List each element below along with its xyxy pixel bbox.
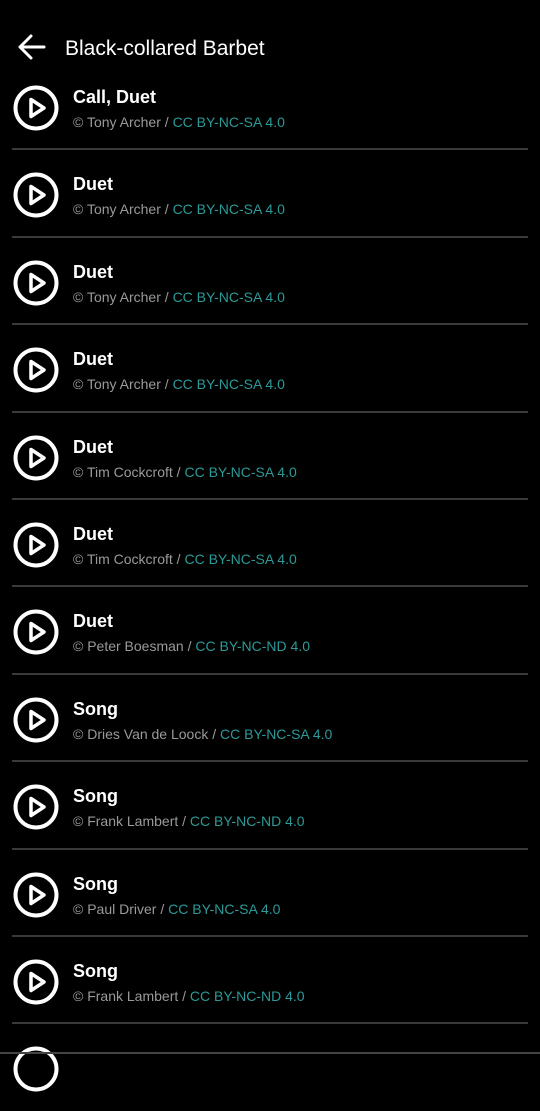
license-link[interactable]: CC BY-NC-ND 4.0 bbox=[190, 988, 305, 1004]
play-icon[interactable] bbox=[13, 609, 59, 655]
license-link[interactable]: CC BY-NC-SA 4.0 bbox=[184, 551, 296, 567]
recording-type: Song bbox=[73, 873, 118, 894]
author: © Tony Archer bbox=[73, 376, 161, 393]
license-link[interactable]: CC BY-NC-SA 4.0 bbox=[168, 901, 280, 917]
play-icon[interactable] bbox=[13, 85, 59, 131]
recording-list-item[interactable]: Duet © Peter Boesman / CC BY-NC-ND 4.0 bbox=[0, 587, 540, 675]
separator: / bbox=[156, 900, 169, 917]
play-icon[interactable] bbox=[13, 347, 59, 393]
recording-type: Song bbox=[73, 960, 118, 981]
recording-credit: © Dries Van de Loock / CC BY-NC-SA 4.0 bbox=[73, 726, 332, 742]
play-icon[interactable] bbox=[13, 522, 59, 568]
recording-list-item[interactable]: Duet © Tony Archer / CC BY-NC-SA 4.0 bbox=[0, 238, 540, 326]
recording-credit: © Tony Archer / CC BY-NC-SA 4.0 bbox=[73, 201, 285, 217]
recording-list-item[interactable]: Song © Frank Lambert / CC BY-NC-ND 4.0 bbox=[0, 762, 540, 850]
recording-credit: © Paul Driver / CC BY-NC-SA 4.0 bbox=[73, 901, 280, 917]
play-icon[interactable] bbox=[13, 959, 59, 1005]
recording-credit: © Tony Archer / CC BY-NC-SA 4.0 bbox=[73, 289, 285, 305]
recording-type: Duet bbox=[73, 523, 113, 544]
navigation-bar-edge bbox=[0, 1052, 540, 1054]
license-link[interactable]: CC BY-NC-SA 4.0 bbox=[220, 726, 332, 742]
recording-list-item[interactable]: Duet © Tony Archer / CC BY-NC-SA 4.0 bbox=[0, 325, 540, 413]
author: © Tim Cockcroft bbox=[73, 463, 173, 480]
author: © Tony Archer bbox=[73, 201, 161, 218]
author: © Dries Van de Loock bbox=[73, 725, 209, 742]
app-bar: Black-collared Barbet bbox=[0, 0, 540, 72]
recording-list-item[interactable]: Song © Dries Van de Loock / CC BY-NC-SA … bbox=[0, 675, 540, 763]
separator: / bbox=[208, 725, 221, 742]
play-icon[interactable] bbox=[13, 697, 59, 743]
play-icon[interactable] bbox=[13, 784, 59, 830]
recording-type: Duet bbox=[73, 611, 113, 632]
license-link[interactable]: CC BY-NC-SA 4.0 bbox=[173, 376, 285, 392]
separator: / bbox=[160, 201, 173, 218]
play-icon[interactable] bbox=[13, 260, 59, 306]
separator: / bbox=[160, 376, 173, 393]
play-icon[interactable] bbox=[13, 172, 59, 218]
back-arrow-icon[interactable] bbox=[16, 31, 48, 63]
license-link[interactable]: CC BY-NC-SA 4.0 bbox=[173, 289, 285, 305]
recording-credit: © Tony Archer / CC BY-NC-SA 4.0 bbox=[73, 114, 285, 130]
separator: / bbox=[172, 463, 185, 480]
recording-credit: © Tim Cockcroft / CC BY-NC-SA 4.0 bbox=[73, 551, 297, 567]
recording-type: Song bbox=[73, 786, 118, 807]
recording-credit: © Tony Archer / CC BY-NC-SA 4.0 bbox=[73, 376, 285, 392]
license-link[interactable]: CC BY-NC-SA 4.0 bbox=[184, 464, 296, 480]
recording-type: Call, Duet bbox=[73, 87, 157, 107]
play-icon[interactable] bbox=[13, 872, 59, 918]
recording-type: Duet bbox=[73, 174, 113, 195]
recording-list-item[interactable]: Call, Duet © Tony Archer / CC BY-NC-SA 4… bbox=[0, 63, 540, 151]
recording-list-item[interactable]: Duet © Tony Archer / CC BY-NC-SA 4.0 bbox=[0, 150, 540, 238]
recording-credit: © Frank Lambert / CC BY-NC-ND 4.0 bbox=[73, 813, 305, 829]
author: © Tony Archer bbox=[73, 114, 161, 130]
author: © Frank Lambert bbox=[73, 987, 179, 1004]
recording-credit: © Frank Lambert / CC BY-NC-ND 4.0 bbox=[73, 988, 305, 1004]
recording-list-item[interactable]: Duet © Tim Cockcroft / CC BY-NC-SA 4.0 bbox=[0, 500, 540, 588]
recording-list-item[interactable]: Song © Paul Driver / CC BY-NC-SA 4.0 bbox=[0, 850, 540, 937]
recording-list-item[interactable]: Duet © Tim Cockcroft / CC BY-NC-SA 4.0 bbox=[0, 413, 540, 500]
recording-type: Duet bbox=[73, 261, 113, 282]
recording-credit: © Tim Cockcroft / CC BY-NC-SA 4.0 bbox=[73, 464, 297, 480]
separator: / bbox=[160, 288, 173, 305]
page-title: Black-collared Barbet bbox=[65, 37, 265, 60]
separator: / bbox=[172, 550, 185, 567]
separator: / bbox=[183, 638, 196, 655]
license-link[interactable]: CC BY-NC-ND 4.0 bbox=[190, 813, 305, 829]
recording-type: Song bbox=[73, 698, 118, 719]
author: © Peter Boesman bbox=[73, 638, 184, 655]
recording-credit: © Peter Boesman / CC BY-NC-ND 4.0 bbox=[73, 638, 310, 654]
separator: / bbox=[160, 114, 173, 130]
separator: / bbox=[178, 813, 190, 830]
play-icon[interactable] bbox=[13, 435, 59, 481]
recording-type: Duet bbox=[73, 349, 113, 370]
author: © Tony Archer bbox=[73, 288, 161, 305]
author: © Paul Driver bbox=[73, 900, 157, 917]
separator: / bbox=[178, 987, 190, 1004]
author: © Frank Lambert bbox=[73, 813, 179, 830]
recording-list-item[interactable]: Song © Frank Lambert / CC BY-NC-ND 4.0 bbox=[0, 937, 540, 1025]
license-link[interactable]: CC BY-NC-ND 4.0 bbox=[195, 638, 310, 654]
license-link[interactable]: CC BY-NC-SA 4.0 bbox=[173, 201, 285, 217]
license-link[interactable]: CC BY-NC-SA 4.0 bbox=[173, 114, 285, 130]
author: © Tim Cockcroft bbox=[73, 550, 173, 567]
list-item-partial[interactable] bbox=[0, 1024, 540, 1111]
recording-type: Duet bbox=[73, 436, 113, 457]
recordings-list: Call, Duet © Tony Archer / CC BY-NC-SA 4… bbox=[0, 63, 540, 1025]
